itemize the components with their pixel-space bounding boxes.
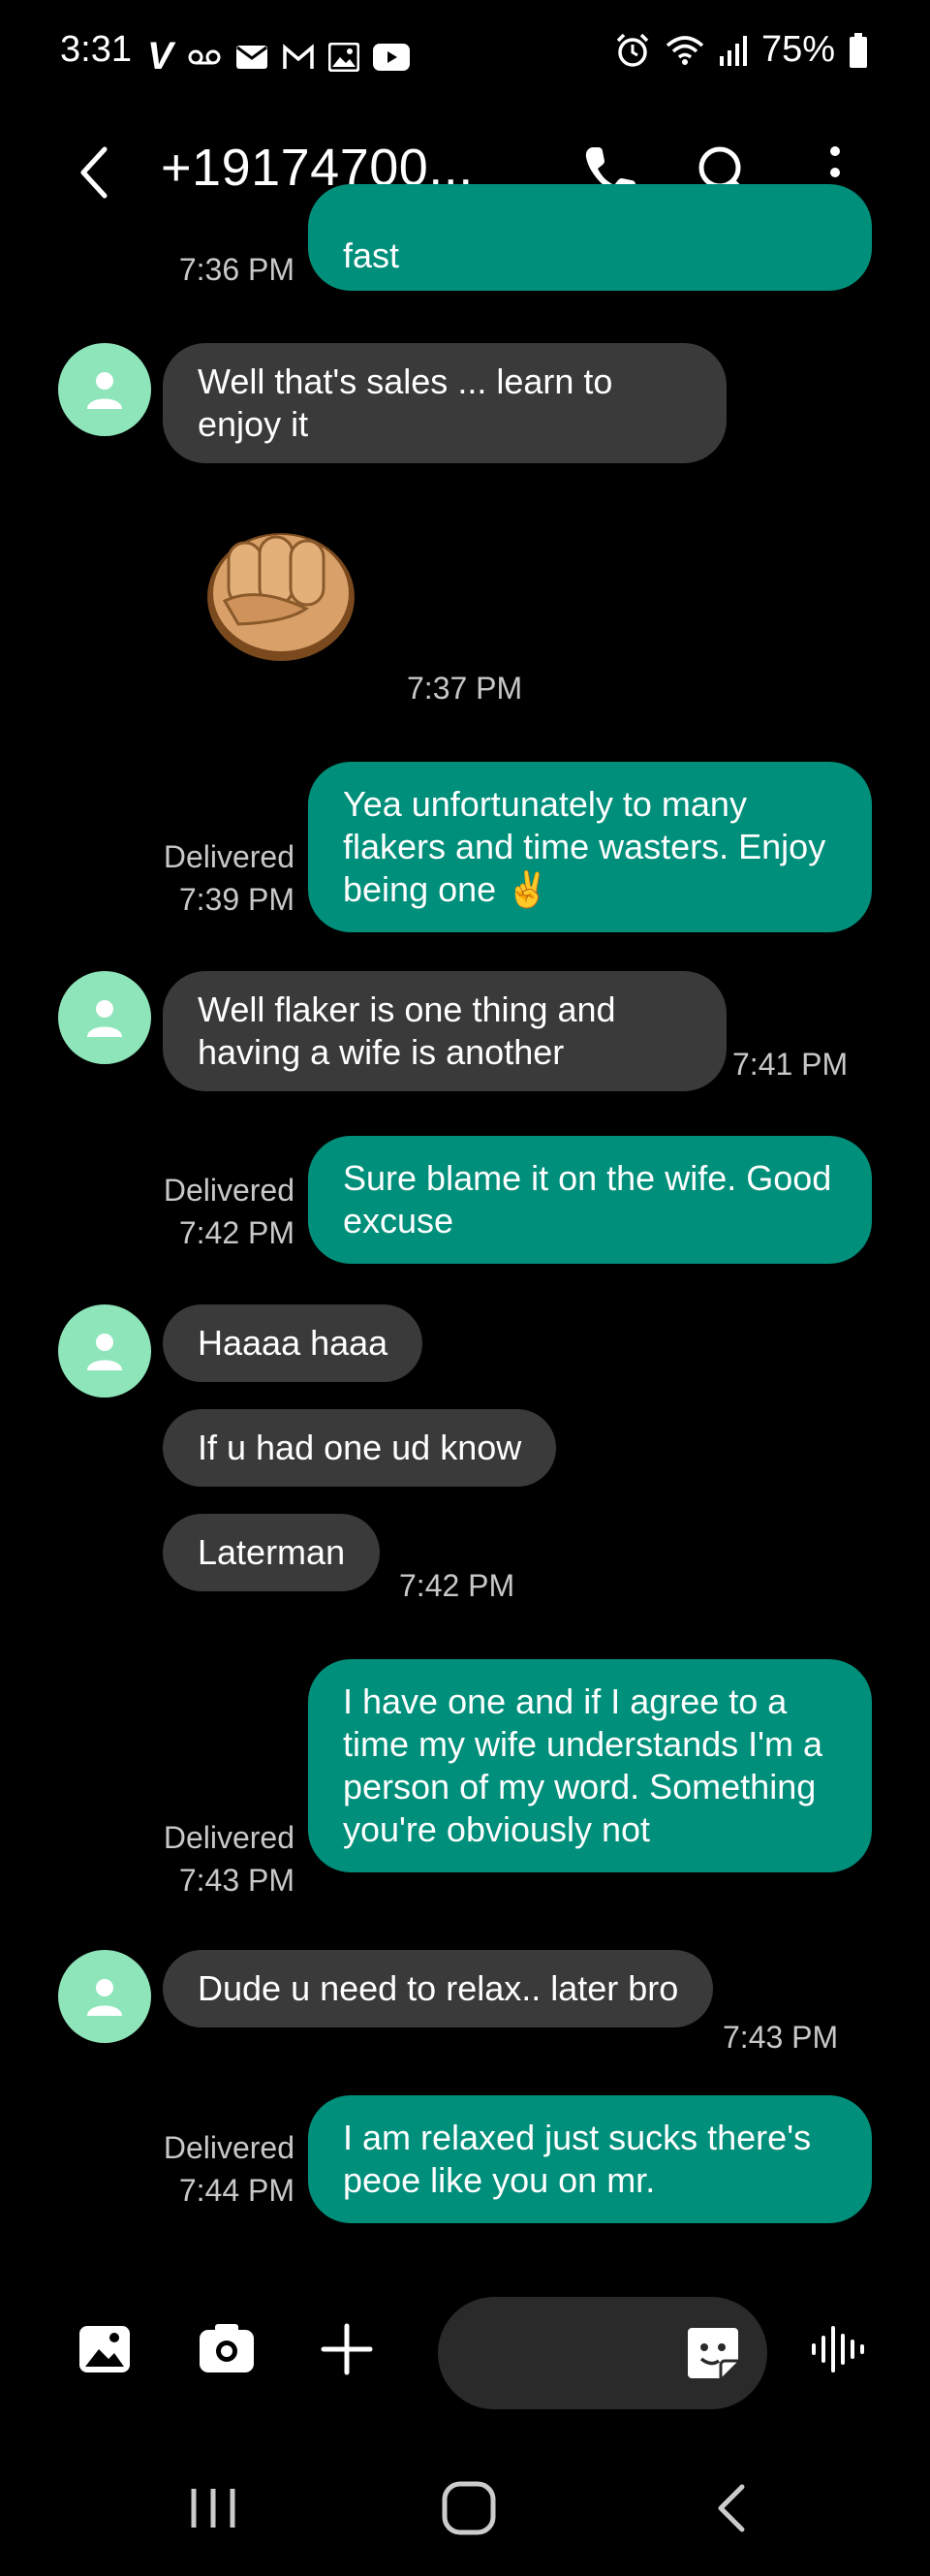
battery-percent: 75%: [760, 29, 835, 70]
message-time: 7:41 PM: [732, 1047, 849, 1082]
contact-avatar[interactable]: [58, 971, 151, 1064]
signal-icon: [719, 35, 747, 66]
notification-icons: V: [147, 35, 410, 79]
message-time: 7:37 PM: [407, 671, 523, 706]
youtube-icon: [372, 43, 410, 71]
plus-icon: [321, 2323, 373, 2375]
message-bubble-incoming[interactable]: Haaaa haaa: [163, 1304, 423, 1382]
person-icon: [87, 372, 122, 409]
attach-gallery-button[interactable]: [78, 2322, 132, 2381]
person-icon: [87, 1979, 122, 2016]
message-bubble-outgoing[interactable]: I am relaxed just sucks there's peoe lik…: [308, 2095, 872, 2223]
fist-emoji[interactable]: [200, 516, 362, 667]
message-text: I am relaxed just sucks there's peoe lik…: [343, 2118, 812, 2200]
home-button[interactable]: [440, 2479, 498, 2542]
back-button[interactable]: [68, 143, 126, 202]
back-nav-icon: [718, 2484, 745, 2532]
gallery-icon: [327, 42, 359, 72]
delivered-status: Delivered: [163, 1820, 294, 1855]
message-time: 7:36 PM: [178, 252, 294, 287]
status-time: 3:31: [60, 29, 132, 70]
message-text: Well flaker is one thing and having a wi…: [198, 990, 616, 1072]
delivered-status: Delivered: [163, 2130, 294, 2165]
person-icon: [87, 1334, 122, 1370]
recents-button[interactable]: [184, 2479, 242, 2542]
status-bar: 3:31 V 75%: [0, 0, 930, 107]
voicemail-icon: [188, 49, 221, 64]
message-text: Laterman: [198, 1532, 346, 1572]
contact-avatar[interactable]: [58, 1304, 151, 1398]
voice-icon: [812, 2326, 864, 2372]
message-time: 7:43 PM: [178, 1863, 294, 1898]
battery-icon: [850, 32, 867, 68]
message-input[interactable]: [438, 2297, 767, 2409]
contact-avatar[interactable]: [58, 1950, 151, 2043]
voice-button[interactable]: [810, 2322, 868, 2381]
gmail-icon: [282, 43, 314, 69]
message-meta: Delivered 7:44 PM: [164, 2126, 294, 2212]
message-bubble-outgoing[interactable]: Sure blame it on the wife. Good excuse: [308, 1136, 872, 1264]
message-text: Haaaa haaa: [198, 1323, 388, 1363]
gallery-attach-icon: [79, 2326, 130, 2372]
delivered-status: Delivered: [163, 839, 294, 874]
message-bubble-incoming[interactable]: Well flaker is one thing and having a wi…: [163, 971, 727, 1091]
message-text: If u had one ud know: [198, 1428, 522, 1467]
back-nav-button[interactable]: [703, 2479, 761, 2542]
camera-icon: [200, 2324, 254, 2372]
camera-button[interactable]: [198, 2322, 256, 2381]
message-text: fast: [343, 236, 400, 275]
message-time: 7:42 PM: [178, 1215, 294, 1250]
message-time: 7:43 PM: [723, 2020, 839, 2055]
verizon-icon: V: [147, 35, 173, 78]
home-icon: [442, 2481, 496, 2535]
message-time: 7:39 PM: [178, 882, 294, 917]
message-meta: Delivered 7:43 PM: [164, 1816, 294, 1901]
status-right: 75%: [614, 29, 868, 71]
sticker-button[interactable]: [684, 2324, 742, 2387]
recents-icon: [191, 2489, 235, 2528]
system-nav-bar: [0, 2462, 930, 2576]
delivered-status: Delivered: [163, 1173, 294, 1208]
message-bubble-outgoing[interactable]: Yea unfortunately to many flakers and ti…: [308, 762, 872, 932]
message-text: I have one and if I agree to a time my w…: [343, 1681, 823, 1849]
message-time: 7:42 PM: [399, 1568, 515, 1603]
alarm-icon: [616, 33, 649, 67]
message-text: Dude u need to relax.. later bro: [198, 1968, 679, 2008]
back-icon: [80, 146, 108, 199]
message-bubble-incoming[interactable]: Dude u need to relax.. later bro: [163, 1950, 714, 2027]
person-icon: [87, 1000, 122, 1037]
message-text: Sure blame it on the wife. Good excuse: [343, 1158, 832, 1241]
add-attachment-button[interactable]: [320, 2322, 374, 2381]
message-bubble-outgoing[interactable]: fast: [308, 184, 872, 291]
message-bubble-incoming[interactable]: If u had one ud know: [163, 1409, 557, 1487]
message-text: Yea unfortunately to many flakers and ti…: [343, 784, 826, 909]
message-list[interactable]: fast 7:36 PM Well that's sales ... learn…: [0, 184, 930, 2268]
message-meta: Delivered 7:39 PM: [164, 835, 294, 921]
sticker-icon: [688, 2328, 738, 2378]
contact-avatar[interactable]: [58, 343, 151, 436]
message-time: 7:44 PM: [178, 2173, 294, 2208]
email-icon: [235, 45, 267, 69]
message-bubble-outgoing[interactable]: I have one and if I agree to a time my w…: [308, 1659, 872, 1872]
message-bubble-incoming[interactable]: Laterman: [163, 1514, 381, 1591]
wifi-icon: [666, 35, 704, 65]
message-bubble-incoming[interactable]: Well that's sales ... learn to enjoy it: [163, 343, 727, 463]
message-text: Well that's sales ... learn to enjoy it: [198, 361, 613, 444]
message-meta: Delivered 7:42 PM: [164, 1169, 294, 1254]
